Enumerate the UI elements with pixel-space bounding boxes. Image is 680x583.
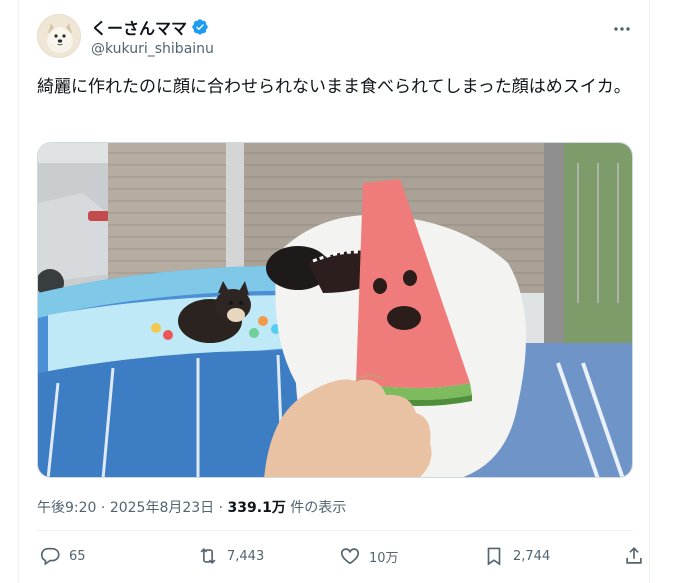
- like-count: 10万: [369, 550, 399, 566]
- tweet-photo[interactable]: [37, 142, 633, 478]
- tweet-meta: 午後9:20 · 2025年8月23日 · 339.1万 件の表示: [37, 497, 346, 517]
- share-button[interactable]: [623, 545, 645, 567]
- bookmark-count: 2,744: [513, 548, 551, 564]
- divider: [37, 530, 633, 531]
- reply-count: 65: [69, 548, 86, 564]
- retweet-count: 7,443: [227, 548, 265, 564]
- heart-icon: [340, 548, 360, 565]
- retweet-button[interactable]: 7,443: [197, 545, 264, 567]
- meta-separator: ·: [100, 500, 106, 516]
- reply-icon: [40, 547, 60, 566]
- dog-avatar-image: [38, 15, 80, 57]
- avatar[interactable]: [37, 14, 81, 58]
- verified-badge-icon: [192, 19, 208, 35]
- tweet-card: くーさんママ @kukuri_shibainu 綺麗に作れたのに顔に合わせられな…: [18, 0, 650, 583]
- action-bar: 65 7,443 10万 2,744: [37, 545, 642, 575]
- bookmark-button[interactable]: 2,744: [483, 545, 550, 567]
- retweet-icon: [200, 547, 216, 565]
- tweet-date[interactable]: 2025年8月23日: [110, 500, 214, 516]
- views-label: 件の表示: [290, 500, 347, 516]
- tweet-text: 綺麗に作れたのに顔に合わせられないまま食べられてしまった顔はめスイカ。: [37, 77, 631, 97]
- display-name[interactable]: くーさんママ: [91, 15, 187, 39]
- name-row: くーさんママ: [91, 15, 209, 39]
- share-icon: [626, 547, 642, 564]
- bookmark-icon: [487, 547, 501, 566]
- handle[interactable]: @kukuri_shibainu: [91, 41, 214, 57]
- meta-separator-2: ·: [218, 500, 224, 516]
- like-button[interactable]: 10万: [339, 545, 399, 567]
- views-count: 339.1万: [227, 500, 286, 516]
- tweet-time[interactable]: 午後9:20: [37, 500, 96, 516]
- reply-button[interactable]: 65: [39, 545, 86, 567]
- more-icon[interactable]: [611, 18, 633, 40]
